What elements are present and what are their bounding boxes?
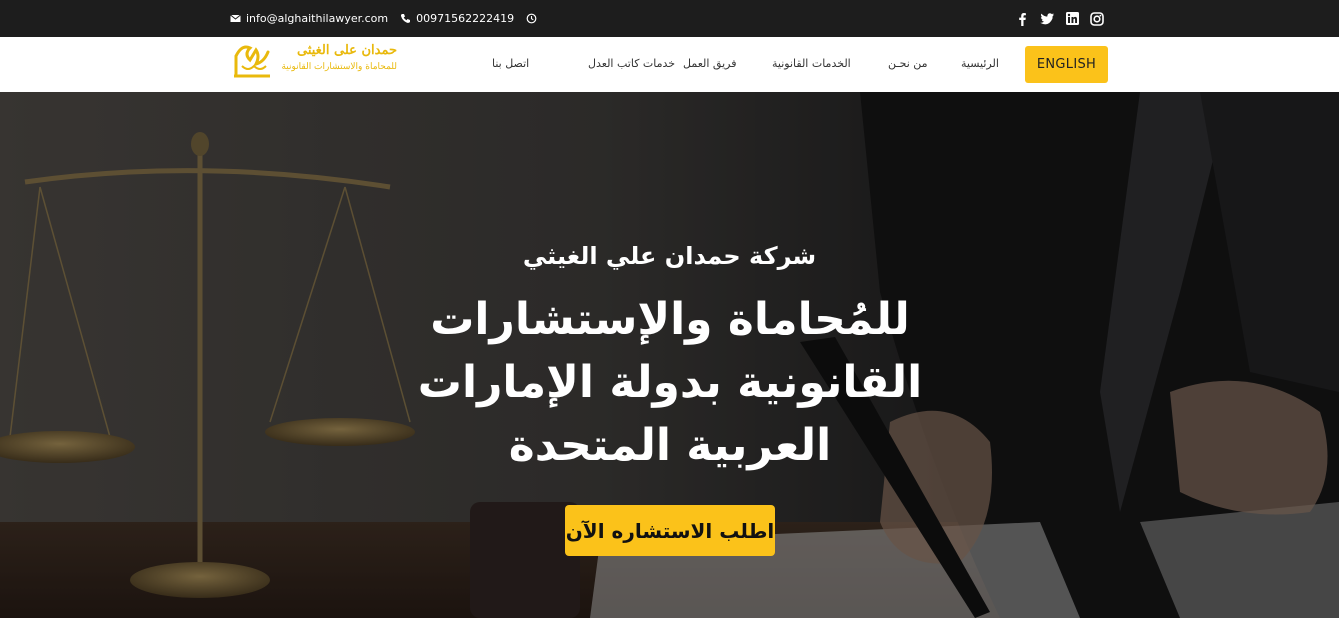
social-links <box>1015 0 1104 37</box>
hero-section: شركة حمدان علي الغيثي للمُحاماة والإستشا… <box>0 92 1339 618</box>
nav-item-legal-services[interactable]: الخدمات القانونية <box>772 57 851 70</box>
phone-text: 00971562222419 <box>416 12 515 25</box>
logo-mark-icon <box>234 45 270 78</box>
hero-subtitle: شركة حمدان علي الغيثي <box>522 242 817 270</box>
phone-link[interactable]: 00971562222419 <box>400 12 514 25</box>
phone-icon <box>400 13 411 24</box>
nav-item-contact[interactable]: اتصل بنا <box>492 57 529 70</box>
top-bar: info@alghaithilawyer.com 00971562222419 <box>0 0 1339 37</box>
mail-icon <box>230 13 241 24</box>
hero-title: للمُحاماة والإستشارات القانونية بدولة ال… <box>417 294 923 471</box>
instagram-icon[interactable] <box>1090 11 1104 26</box>
nav-item-about[interactable]: من نحـن <box>888 57 928 70</box>
nav-item-home[interactable]: الرئيسية <box>961 57 999 70</box>
logo-line-1: حمدان على الغيثى <box>296 43 397 58</box>
clock-icon <box>526 13 537 24</box>
email-link[interactable]: info@alghaithilawyer.com <box>230 12 388 25</box>
logo-line-2: للمحاماة والاستشارات القانونية <box>281 62 397 72</box>
site-logo[interactable]: حمدان على الغيثى للمحاماة والاستشارات ال… <box>232 40 397 84</box>
facebook-icon[interactable] <box>1015 12 1029 26</box>
nav-item-team[interactable]: فريق العمل <box>683 57 736 70</box>
nav-item-notary-services[interactable]: خدمات كاتب العدل <box>588 57 675 70</box>
request-consultation-button[interactable]: اطلب الاستشاره الآن <box>565 505 775 556</box>
english-language-button[interactable]: ENGLISH <box>1025 46 1108 83</box>
email-text: info@alghaithilawyer.com <box>246 12 389 25</box>
twitter-icon[interactable] <box>1040 12 1054 26</box>
contact-info: info@alghaithilawyer.com 00971562222419 <box>230 0 537 37</box>
main-navbar: حمدان على الغيثى للمحاماة والاستشارات ال… <box>0 37 1339 92</box>
linkedin-icon[interactable] <box>1065 12 1079 26</box>
